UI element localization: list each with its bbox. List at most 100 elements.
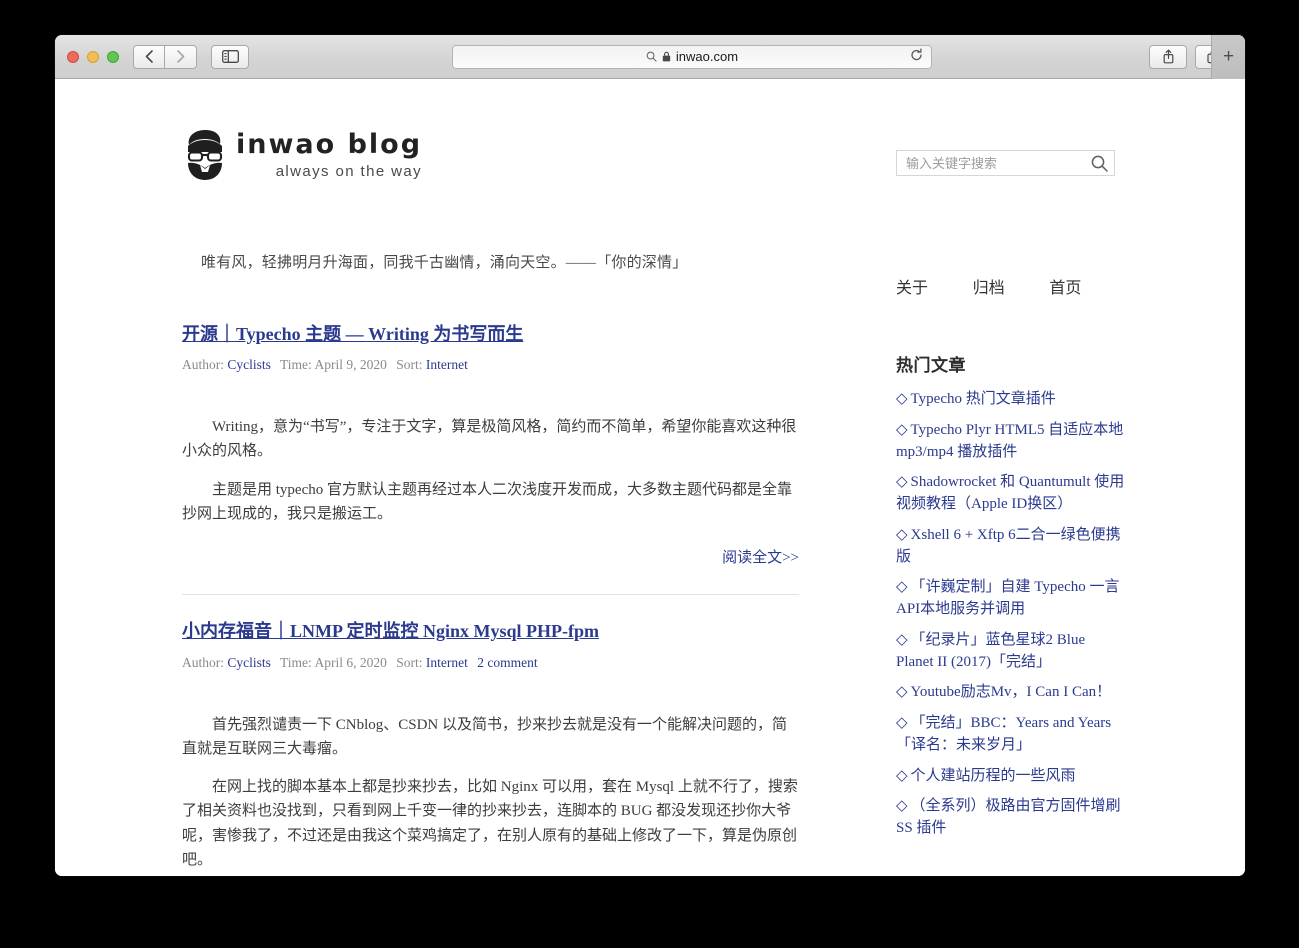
comment-count-link[interactable]: 2 comment <box>477 655 537 670</box>
popular-post-link[interactable]: ◇Youtube励志Mv，I Can I Can！ <box>896 682 1126 704</box>
post-divider <box>182 594 799 595</box>
popular-post-link[interactable]: ◇「许巍定制」自建 Typecho 一言 API本地服务并调用 <box>896 577 1126 621</box>
popular-post-link[interactable]: ◇Shadowrocket 和 Quantumult 使用视频教程（Apple … <box>896 472 1126 516</box>
popular-post-label: Typecho 热门文章插件 <box>911 391 1056 407</box>
popular-post-link[interactable]: ◇Typecho Plyr HTML5 自适应本地 mp3/mp4 播放插件 <box>896 420 1126 464</box>
diamond-bullet-icon: ◇ <box>896 474 908 490</box>
logo-text-block: inwao blog always on the way <box>236 131 422 179</box>
popular-posts-list: ◇Typecho 热门文章插件 ◇Typecho Plyr HTML5 自适应本… <box>896 389 1126 840</box>
list-item: ◇「完结」BBC：Years and Years「译名：未来岁月」 <box>896 713 1126 757</box>
site-logo[interactable]: inwao blog always on the way <box>183 129 422 181</box>
sidebar: 关于 归档 首页 热门文章 ◇Typecho 热门文章插件 ◇Typecho P… <box>896 274 1126 876</box>
post-paragraph: 在网上找的脚本基本上都是抄来抄去，比如 Nginx 可以用，套在 Mysql 上… <box>182 775 799 872</box>
page-viewport: inwao blog always on the way 唯有风，轻拂明月升海面… <box>55 79 1245 876</box>
sidebar-toggle-button[interactable] <box>211 45 249 69</box>
browser-toolbar: inwao.com <box>55 35 1245 79</box>
list-item: ◇Shadowrocket 和 Quantumult 使用视频教程（Apple … <box>896 472 1126 516</box>
sort-link[interactable]: Internet <box>426 655 468 670</box>
post-paragraph: 首先强烈谴责一下 CNblog、CSDN 以及简书，抄来抄去就是没有一个能解决问… <box>182 713 799 762</box>
diamond-bullet-icon: ◇ <box>896 684 908 700</box>
post-item: 开源｜Typecho 主题 — Writing 为书写而生 Author: Cy… <box>182 322 799 567</box>
diamond-bullet-icon: ◇ <box>896 798 908 814</box>
traffic-lights <box>67 51 119 63</box>
post-title-link[interactable]: 开源｜Typecho 主题 — Writing 为书写而生 <box>182 324 523 344</box>
diamond-bullet-icon: ◇ <box>896 422 908 438</box>
popular-post-link[interactable]: ◇（全系列）极路由官方固件增刷 SS 插件 <box>896 796 1126 840</box>
sidebar-icon <box>222 50 239 63</box>
list-item: ◇个人建站历程的一些风雨 <box>896 766 1126 788</box>
popular-post-label: Xshell 6 + Xftp 6二合一绿色便携版 <box>896 527 1121 565</box>
lock-icon <box>662 51 671 62</box>
diamond-bullet-icon: ◇ <box>896 391 908 407</box>
share-button[interactable] <box>1149 45 1187 69</box>
diamond-bullet-icon: ◇ <box>896 579 908 595</box>
sort-label: Sort: <box>396 357 422 372</box>
time-value: April 6, 2020 <box>314 655 386 670</box>
time-label: Time: <box>280 655 312 670</box>
site-nav: 关于 归档 首页 <box>896 274 1126 298</box>
author-link[interactable]: Cyclists <box>227 655 271 670</box>
back-button[interactable] <box>133 45 165 69</box>
site-quote: 唯有风，轻拂明月升海面，同我千古幽情，涌向天空。——「你的深情」 <box>201 251 687 272</box>
time-value: April 9, 2020 <box>314 357 386 372</box>
forward-button[interactable] <box>165 45 197 69</box>
post-meta: Author: Cyclists Time: April 9, 2020 Sor… <box>182 357 799 373</box>
reload-icon <box>910 48 923 61</box>
search-input[interactable] <box>906 156 1091 171</box>
close-window-button[interactable] <box>67 51 79 63</box>
post-paragraph: 主题是用 typecho 官方默认主题再经过本人二次浅度开发而成，大多数主题代码… <box>182 478 799 527</box>
popular-post-link[interactable]: ◇Xshell 6 + Xftp 6二合一绿色便携版 <box>896 525 1126 569</box>
list-item: ◇「许巍定制」自建 Typecho 一言 API本地服务并调用 <box>896 577 1126 621</box>
popular-post-label: 「纪录片」蓝色星球2 Blue Planet II (2017)「完结」 <box>896 632 1085 670</box>
popular-post-label: Shadowrocket 和 Quantumult 使用视频教程（Apple I… <box>896 474 1124 512</box>
post-body: Writing，意为“书写”，专注于文字，算是极简风格，简约而不简单，希望你能喜… <box>182 415 799 526</box>
read-more-link[interactable]: 阅读全文>> <box>182 546 799 567</box>
popular-post-label: 「许巍定制」自建 Typecho 一言 API本地服务并调用 <box>896 579 1119 617</box>
post-body: 首先强烈谴责一下 CNblog、CSDN 以及简书，抄来抄去就是没有一个能解决问… <box>182 713 799 876</box>
list-item: ◇「纪录片」蓝色星球2 Blue Planet II (2017)「完结」 <box>896 630 1126 674</box>
popular-post-link[interactable]: ◇个人建站历程的一些风雨 <box>896 766 1126 788</box>
post-list: 开源｜Typecho 主题 — Writing 为书写而生 Author: Cy… <box>182 322 799 876</box>
popular-post-link[interactable]: ◇Typecho 热门文章插件 <box>896 389 1126 411</box>
navigation-buttons <box>133 45 197 69</box>
nav-item-about[interactable]: 关于 <box>896 274 973 298</box>
chevron-left-icon <box>145 50 153 63</box>
post-meta: Author: Cyclists Time: April 6, 2020 Sor… <box>182 655 799 671</box>
diamond-bullet-icon: ◇ <box>896 632 908 648</box>
search-submit-icon[interactable] <box>1091 155 1108 172</box>
popular-post-label: Youtube励志Mv，I Can I Can！ <box>911 684 1112 700</box>
time-label: Time: <box>280 357 312 372</box>
author-link[interactable]: Cyclists <box>227 357 271 372</box>
popular-post-label: 「完结」BBC：Years and Years「译名：未来岁月」 <box>896 715 1111 753</box>
diamond-bullet-icon: ◇ <box>896 527 908 543</box>
maximize-window-button[interactable] <box>107 51 119 63</box>
list-item: ◇Typecho Plyr HTML5 自适应本地 mp3/mp4 播放插件 <box>896 420 1126 464</box>
popular-post-label: （全系列）极路由官方固件增刷 SS 插件 <box>896 798 1121 836</box>
popular-post-label: Typecho Plyr HTML5 自适应本地 mp3/mp4 播放插件 <box>896 422 1123 460</box>
list-item: ◇Youtube励志Mv，I Can I Can！ <box>896 682 1126 704</box>
magnifier-icon <box>1091 155 1108 172</box>
diamond-bullet-icon: ◇ <box>896 768 908 784</box>
popular-post-link[interactable]: ◇「纪录片」蓝色星球2 Blue Planet II (2017)「完结」 <box>896 630 1126 674</box>
sort-link[interactable]: Internet <box>426 357 468 372</box>
nav-item-archive[interactable]: 归档 <box>973 274 1050 298</box>
url-text: inwao.com <box>676 49 738 64</box>
diamond-bullet-icon: ◇ <box>896 715 908 731</box>
post-title-link[interactable]: 小内存福音｜LNMP 定时监控 Nginx Mysql PHP-fpm <box>182 621 599 641</box>
nav-item-home[interactable]: 首页 <box>1049 274 1126 298</box>
minimize-window-button[interactable] <box>87 51 99 63</box>
new-tab-label: + <box>1223 46 1234 68</box>
chevron-right-icon <box>177 50 185 63</box>
popular-post-link[interactable]: ◇「完结」BBC：Years and Years「译名：未来岁月」 <box>896 713 1126 757</box>
list-item: ◇Xshell 6 + Xftp 6二合一绿色便携版 <box>896 525 1126 569</box>
site-search[interactable] <box>896 150 1115 176</box>
popular-post-label: 个人建站历程的一些风雨 <box>911 768 1076 784</box>
new-tab-button[interactable]: + <box>1211 35 1245 79</box>
search-icon <box>646 51 657 62</box>
url-bar[interactable]: inwao.com <box>452 45 932 69</box>
popular-posts-heading: 热门文章 <box>896 351 1126 376</box>
list-item: ◇Typecho 热门文章插件 <box>896 389 1126 411</box>
browser-window: inwao.com <box>55 35 1245 876</box>
reload-button[interactable] <box>910 48 923 65</box>
share-icon <box>1162 49 1175 64</box>
